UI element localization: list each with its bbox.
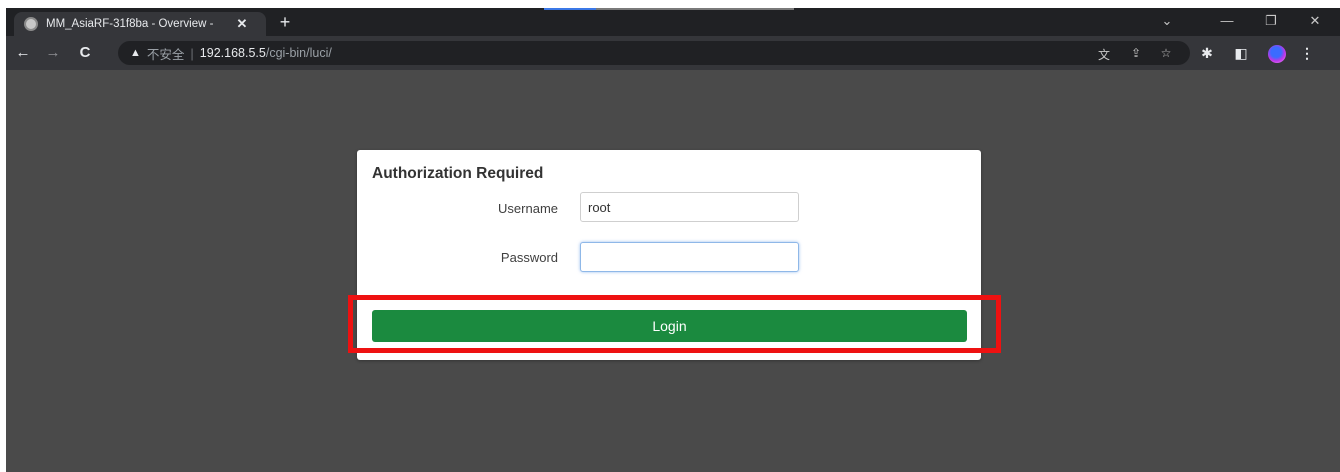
security-label: 不安全 <box>146 47 185 62</box>
warning-icon[interactable]: ▲ <box>130 47 141 59</box>
minimize-button[interactable]: — <box>1212 11 1242 31</box>
bookmark-star-icon[interactable]: ☆ <box>1156 46 1176 60</box>
password-label: Password <box>500 250 558 265</box>
tab-search-button[interactable]: ⌄ <box>1152 11 1182 31</box>
browser-toolbar: ← → C ▲ 不安全 | 192.168.5.5/cgi-bin/luci/ … <box>6 36 1340 70</box>
username-field[interactable] <box>580 192 799 222</box>
address-bar[interactable]: ▲ 不安全 | 192.168.5.5/cgi-bin/luci/ 文 ⇪ ☆ <box>118 41 1190 65</box>
url-host: 192.168.5.5 <box>199 46 266 60</box>
back-icon[interactable]: ← <box>12 43 34 63</box>
browser-tab[interactable]: MM_AsiaRF-31f8ba - Overview - ✕ <box>14 12 266 36</box>
side-panel-icon[interactable]: ◧ <box>1230 43 1252 63</box>
page-title: Authorization Required <box>372 165 544 182</box>
profile-icon[interactable] <box>1268 45 1286 63</box>
divider: | <box>190 45 194 61</box>
reload-icon[interactable]: C <box>74 43 96 63</box>
close-tab-icon[interactable]: ✕ <box>232 16 252 32</box>
tab-strip: MM_AsiaRF-31f8ba - Overview - ✕ + ⌄ — ❐ … <box>6 8 1340 36</box>
new-tab-button[interactable]: + <box>274 12 296 32</box>
share-icon[interactable]: ⇪ <box>1126 46 1146 60</box>
username-label: Username <box>498 201 558 216</box>
forward-icon[interactable]: → <box>42 43 64 63</box>
favicon-icon <box>24 17 38 31</box>
menu-icon[interactable]: ⋮ <box>1296 43 1318 63</box>
url-path: /cgi-bin/luci/ <box>265 46 332 60</box>
password-field[interactable] <box>580 242 799 272</box>
highlight-box <box>348 295 1001 353</box>
browser-window: MM_AsiaRF-31f8ba - Overview - ✕ + ⌄ — ❐ … <box>6 8 1340 472</box>
close-window-button[interactable]: ✕ <box>1300 11 1330 31</box>
extensions-icon[interactable]: ✱ <box>1196 43 1218 63</box>
translate-icon[interactable]: 文 <box>1094 46 1114 63</box>
restore-button[interactable]: ❐ <box>1256 11 1286 31</box>
tab-title: MM_AsiaRF-31f8ba - Overview - <box>46 18 214 30</box>
loading-indicator <box>544 8 794 10</box>
